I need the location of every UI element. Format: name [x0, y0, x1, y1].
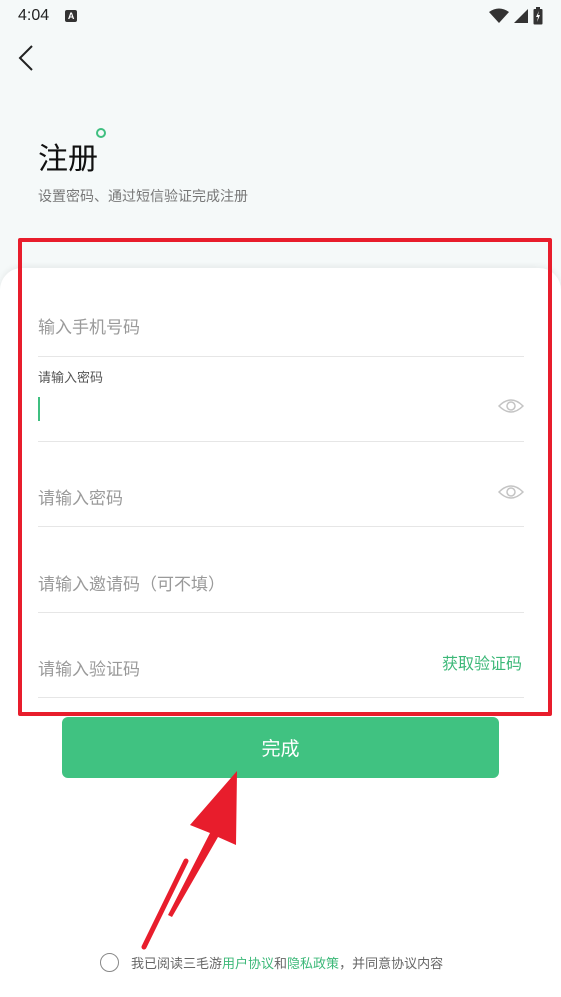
- agreement: 我已阅读三毛游 用户协议 和 隐私政策 ，并同意协议内容: [100, 953, 443, 972]
- phone-placeholder: 输入手机号码: [38, 318, 140, 338]
- verify-code-placeholder: 请输入验证码: [38, 660, 140, 680]
- invite-code-placeholder: 请输入邀请码（可不填）: [38, 575, 225, 595]
- agreement-suffix: ，并同意协议内容: [339, 957, 444, 972]
- done-button[interactable]: 完成: [62, 717, 499, 778]
- password-label: 请输入密码: [38, 371, 104, 386]
- title-dot-icon: [96, 128, 106, 138]
- battery-icon: [533, 7, 543, 25]
- a-icon: A: [65, 10, 78, 22]
- get-code-button[interactable]: 获取验证码: [442, 650, 522, 674]
- wifi-icon: [489, 8, 509, 23]
- eye-icon[interactable]: [498, 397, 524, 415]
- eye-icon[interactable]: [498, 483, 524, 501]
- arrow-annotation: [141, 771, 237, 950]
- password-field[interactable]: 请输入密码: [38, 357, 524, 442]
- privacy-policy-link[interactable]: 隐私政策: [287, 953, 339, 972]
- agreement-and: 和: [274, 957, 288, 972]
- verify-code-field[interactable]: 请输入验证码 获取验证码: [38, 613, 524, 698]
- status-time: 4:04: [18, 7, 50, 24]
- confirm-password-field[interactable]: 请输入密码: [38, 442, 524, 527]
- signal-icon: [514, 9, 528, 23]
- invite-code-field[interactable]: 请输入邀请码（可不填）: [38, 527, 524, 613]
- text-cursor: [38, 397, 40, 421]
- chevron-left-icon: [18, 45, 33, 71]
- agreement-prefix: 我已阅读三毛游: [131, 957, 223, 972]
- page-subtitle: 设置密码、通过短信验证完成注册: [38, 189, 248, 205]
- page-title: 注册: [38, 142, 98, 177]
- phone-field[interactable]: 输入手机号码: [38, 296, 524, 357]
- back-button[interactable]: [12, 40, 42, 76]
- status-bar: 4:04 A: [0, 0, 561, 32]
- agreement-radio[interactable]: [100, 953, 119, 972]
- user-agreement-link[interactable]: 用户协议: [222, 953, 274, 972]
- confirm-password-placeholder: 请输入密码: [38, 489, 123, 509]
